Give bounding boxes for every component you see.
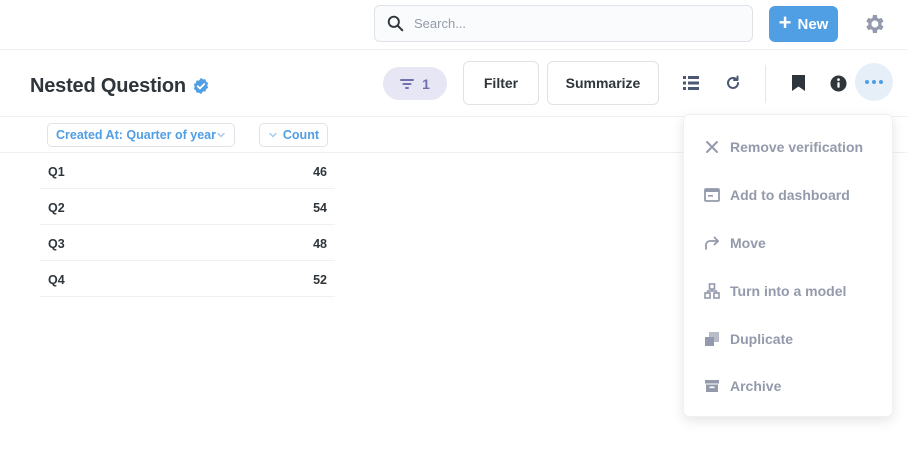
search-input[interactable]	[414, 16, 714, 31]
filter-icon	[400, 78, 415, 89]
filter-button[interactable]: Filter	[463, 61, 539, 105]
more-dot	[872, 80, 876, 84]
notebook-editor-button[interactable]	[679, 71, 703, 95]
bookmark-button[interactable]	[786, 71, 810, 95]
chevron-down-icon	[217, 132, 225, 138]
top-navbar: + New	[0, 0, 907, 50]
column-header-label: Created At: Quarter of year	[56, 128, 216, 142]
filter-button-label: Filter	[483, 75, 519, 91]
question-header: Nested Question 1 Filter Summarize	[0, 51, 907, 117]
more-dot	[865, 80, 869, 84]
column-header-label: Count	[282, 128, 319, 142]
info-button[interactable]	[826, 71, 850, 95]
new-button-label: New	[797, 15, 829, 33]
filter-count-pill[interactable]: 1	[383, 67, 447, 100]
question-title[interactable]: Nested Question	[30, 75, 186, 98]
archive-icon	[705, 380, 719, 392]
menu-item-label: Archive	[730, 378, 782, 394]
menu-item-label: Add to dashboard	[730, 187, 850, 203]
menu-item-label: Move	[730, 235, 766, 251]
cell-quarter[interactable]: Q4	[48, 273, 65, 287]
menu-item-duplicate[interactable]: Duplicate	[684, 317, 894, 361]
model-icon	[704, 283, 720, 299]
filter-count: 1	[422, 75, 430, 92]
summarize-button[interactable]: Summarize	[547, 61, 659, 105]
gear-icon[interactable]	[862, 12, 886, 36]
table-row: Q2 54	[40, 189, 335, 225]
menu-item-label: Duplicate	[730, 331, 794, 347]
plus-icon: +	[778, 10, 792, 35]
cell-count[interactable]: 52	[313, 273, 327, 287]
more-options-button[interactable]	[855, 63, 893, 101]
search-icon	[387, 15, 404, 32]
cell-count[interactable]: 48	[313, 237, 327, 251]
verified-badge-icon	[193, 77, 209, 95]
menu-item-label: Remove verification	[730, 139, 864, 155]
menu-item-label: Turn into a model	[730, 283, 847, 299]
move-arrow-icon	[705, 236, 719, 250]
cell-quarter[interactable]: Q2	[48, 201, 65, 215]
notebook-icon	[683, 76, 699, 90]
bookmark-icon	[791, 75, 805, 91]
cell-count[interactable]: 54	[313, 201, 327, 215]
menu-item-turn-into-model[interactable]: Turn into a model	[684, 269, 894, 313]
more-dot	[879, 80, 883, 84]
close-icon	[706, 141, 718, 153]
column-header-created-at[interactable]: Created At: Quarter of year	[47, 123, 235, 147]
more-options-menu: Remove verification Add to dashboard Mov…	[683, 114, 893, 417]
refresh-icon	[727, 75, 739, 89]
table-row: Q1 46	[40, 153, 335, 189]
menu-item-move[interactable]: Move	[684, 221, 894, 265]
duplicate-icon	[705, 332, 719, 346]
menu-item-archive[interactable]: Archive	[684, 364, 894, 408]
table-row: Q4 52	[40, 261, 335, 297]
search-bar[interactable]	[374, 5, 753, 42]
info-icon	[829, 74, 847, 92]
summarize-button-label: Summarize	[565, 75, 641, 91]
menu-item-remove-verification[interactable]: Remove verification	[684, 125, 894, 169]
chevron-down-icon	[269, 132, 277, 138]
cell-quarter[interactable]: Q3	[48, 237, 65, 251]
dashboard-icon	[704, 188, 720, 202]
column-header-count[interactable]: Count	[259, 123, 328, 147]
refresh-button[interactable]	[721, 71, 745, 95]
toolbar-divider	[765, 65, 766, 103]
cell-count[interactable]: 46	[313, 165, 327, 179]
menu-item-add-to-dashboard[interactable]: Add to dashboard	[684, 173, 894, 217]
cell-quarter[interactable]: Q1	[48, 165, 65, 179]
new-button[interactable]: + New	[769, 6, 838, 42]
table-row: Q3 48	[40, 225, 335, 261]
